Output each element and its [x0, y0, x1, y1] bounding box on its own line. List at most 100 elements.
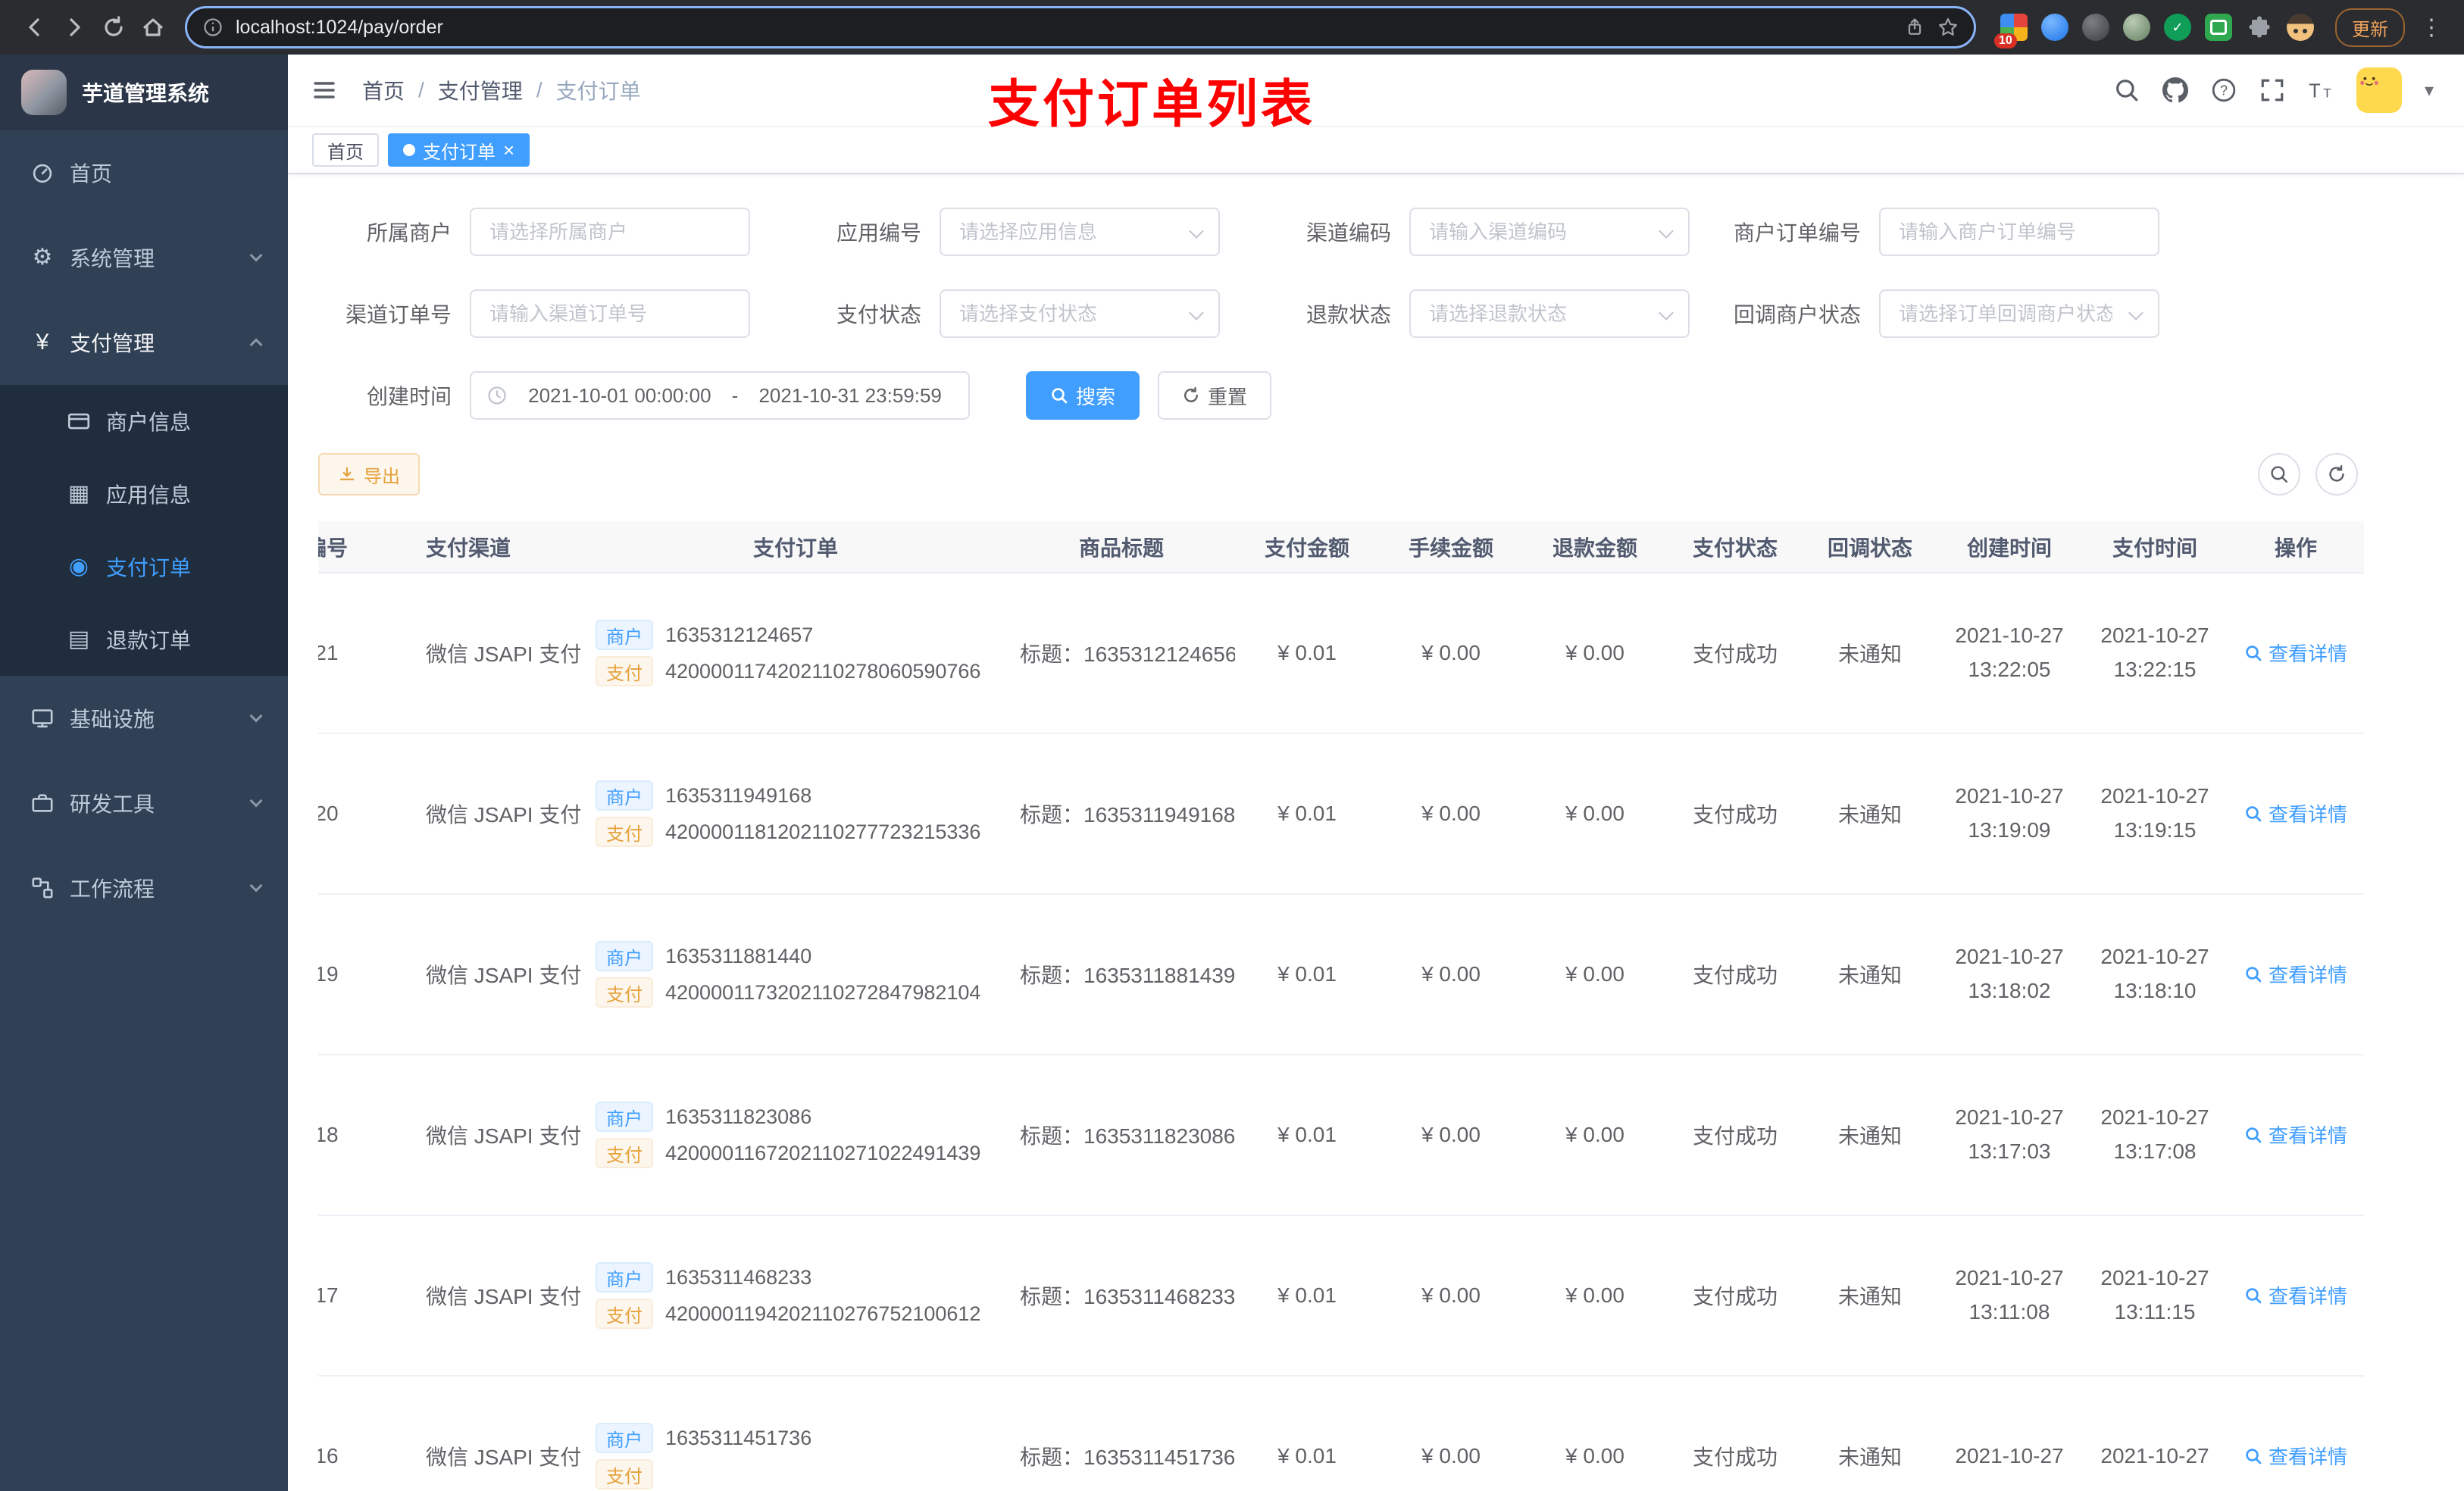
table-row: 20 微信 JSAPI 支付 商户 1635311949168 支付 42000…: [318, 733, 2364, 895]
cell-amount: ¥ 0.01: [1235, 733, 1379, 895]
svg-text:?: ?: [2220, 83, 2228, 98]
notify-status-select[interactable]: [1879, 289, 2159, 338]
cell-refund: ¥ 0.00: [1523, 1055, 1667, 1216]
table-row: 18 微信 JSAPI 支付 商户 1635311823086 支付 42000…: [318, 1055, 2364, 1216]
breadcrumb-home[interactable]: 首页: [362, 75, 405, 105]
cell-amount: ¥ 0.01: [1235, 1055, 1379, 1216]
browser-update-button[interactable]: 更新: [2335, 8, 2405, 47]
sidebar-item-app-info[interactable]: ▦ 应用信息: [0, 458, 288, 530]
sidebar-item-dev-tools[interactable]: 研发工具: [0, 761, 288, 846]
cell-pay-time: 2021-10-27 13:18:10: [2082, 894, 2228, 1055]
browser-back-icon[interactable]: [15, 8, 55, 47]
font-size-icon[interactable]: TT: [2308, 77, 2334, 103]
export-button[interactable]: 导出: [318, 453, 420, 495]
extension-dark-icon[interactable]: [2082, 14, 2109, 41]
sidebar-item-infrastructure[interactable]: 基础设施: [0, 676, 288, 761]
cell-pay-order: 商户 1635311823086 支付 42000011672021102710…: [583, 1055, 1008, 1216]
user-avatar[interactable]: [2356, 67, 2402, 113]
app-select[interactable]: [940, 208, 1220, 256]
bookmark-star-icon[interactable]: [1937, 17, 1959, 38]
sidebar-item-home[interactable]: 首页: [0, 130, 288, 215]
github-icon[interactable]: [2162, 77, 2188, 103]
cell-amount: ¥ 0.01: [1235, 573, 1379, 734]
sidebar-item-workflow[interactable]: 工作流程: [0, 846, 288, 930]
breadcrumb-separator: /: [418, 78, 424, 102]
date-end-value[interactable]: 2021-10-31 23:59:59: [747, 384, 953, 408]
pay-status-select[interactable]: [940, 289, 1220, 338]
hamburger-icon[interactable]: [311, 78, 338, 102]
fullscreen-icon[interactable]: [2259, 77, 2285, 103]
refresh-table-button[interactable]: [2315, 453, 2358, 495]
url-text: localhost:1024/pay/order: [236, 16, 443, 38]
view-detail-link[interactable]: 查看详情: [2244, 639, 2347, 667]
extension-pixel-icon[interactable]: 10: [1994, 14, 2028, 48]
channel-order-input[interactable]: [470, 289, 750, 338]
view-detail-link[interactable]: 查看详情: [2244, 960, 2347, 988]
cell-pay-order: 商户 1635311949168 支付 42000011812021102777…: [583, 733, 1008, 895]
filter-row-2: 渠道订单号 支付状态 退款状态 回调商户状态: [318, 289, 2434, 338]
owner-input[interactable]: [470, 208, 750, 256]
browser-profile-avatar[interactable]: [2287, 14, 2314, 41]
tab-home[interactable]: 首页: [312, 133, 379, 167]
header-search-icon[interactable]: [2114, 77, 2140, 103]
mch-order-input[interactable]: [1879, 208, 2159, 256]
cell-refund: ¥ 0.00: [1523, 894, 1667, 1055]
view-detail-link[interactable]: 查看详情: [2244, 799, 2347, 827]
site-info-icon[interactable]: [202, 17, 224, 38]
date-start-value[interactable]: 2021-10-01 00:00:00: [517, 384, 723, 408]
sidebar-item-refund-order[interactable]: ▤ 退款订单: [0, 603, 288, 676]
date-range-picker[interactable]: 2021-10-01 00:00:00 - 2021-10-31 23:59:5…: [470, 371, 970, 420]
browser-forward-icon[interactable]: [55, 8, 94, 47]
breadcrumb-pay-management[interactable]: 支付管理: [438, 75, 523, 105]
view-detail-link[interactable]: 查看详情: [2244, 1442, 2347, 1470]
sidebar-item-label: 研发工具: [70, 792, 155, 816]
extension-green-gray-icon[interactable]: [2123, 14, 2150, 41]
sidebar-item-pay-order[interactable]: ◉ 支付订单: [0, 530, 288, 603]
merchant-order-no: 1635311823086: [665, 1105, 812, 1128]
view-detail-link[interactable]: 查看详情: [2244, 1281, 2347, 1309]
app-logo[interactable]: 芋道管理系统: [0, 55, 288, 130]
extension-blue-icon[interactable]: [2041, 14, 2068, 41]
cell-pay-order: 商户 1635311881440 支付 42000011732021102728…: [583, 894, 1008, 1055]
view-detail-link[interactable]: 查看详情: [2244, 1121, 2347, 1149]
cell-id: 21: [318, 573, 414, 734]
extension-chat-icon[interactable]: [2205, 14, 2232, 41]
filter-mch-order: 商户订单编号: [1728, 208, 2159, 256]
pay-tag: 支付: [596, 977, 653, 1008]
extensions-puzzle-icon[interactable]: [2246, 14, 2273, 41]
tab-close-icon[interactable]: ×: [503, 140, 514, 160]
sidebar-item-label: 基础设施: [70, 708, 155, 731]
document-icon: ▤: [67, 627, 90, 652]
pay-tag: 支付: [596, 1299, 653, 1329]
browser-menu-dots-icon[interactable]: ⋮: [2414, 14, 2449, 41]
avatar-face: [2294, 29, 2298, 33]
toggle-search-button[interactable]: [2258, 453, 2300, 495]
tab-pay-order[interactable]: 支付订单 ×: [388, 133, 530, 167]
cell-action: 查看详情: [2228, 1055, 2364, 1216]
filter-app: 应用编号: [788, 208, 1220, 256]
browser-reload-icon[interactable]: [94, 8, 133, 47]
cell-title: 标题：1635311949168: [1008, 733, 1235, 895]
refund-status-select[interactable]: [1409, 289, 1690, 338]
cell-pay-status: 支付成功: [1667, 733, 1803, 895]
cell-id: 16: [318, 1376, 414, 1491]
browser-home-icon[interactable]: [133, 8, 173, 47]
avatar-caret-icon[interactable]: ▾: [2425, 80, 2434, 102]
channel-code-select[interactable]: [1409, 208, 1690, 256]
sidebar-item-payment[interactable]: ¥ 支付管理: [0, 300, 288, 385]
search-icon: [2246, 967, 2262, 983]
search-button[interactable]: 搜索: [1026, 371, 1140, 420]
reset-button[interactable]: 重置: [1158, 371, 1272, 420]
share-icon[interactable]: [1904, 17, 1925, 38]
cell-refund: ¥ 0.00: [1523, 1376, 1667, 1491]
table-header: 编号支付渠道支付订单商品标题支付金额手续金额退款金额支付状态回调状态创建时间支付…: [318, 521, 2364, 574]
address-bar[interactable]: localhost:1024/pay/order: [185, 6, 1976, 48]
column-header: 支付金额: [1235, 521, 1379, 574]
sidebar-item-system[interactable]: ⚙ 系统管理: [0, 215, 288, 300]
table-toolbar-right: [2258, 453, 2358, 495]
help-icon[interactable]: ?: [2211, 77, 2237, 103]
cell-notify-status: 未通知: [1803, 894, 1937, 1055]
merchant-order-no: 1635311451736: [665, 1426, 812, 1449]
extension-check-icon[interactable]: ✓: [2164, 14, 2191, 41]
sidebar-item-merchant-info[interactable]: 商户信息: [0, 385, 288, 458]
